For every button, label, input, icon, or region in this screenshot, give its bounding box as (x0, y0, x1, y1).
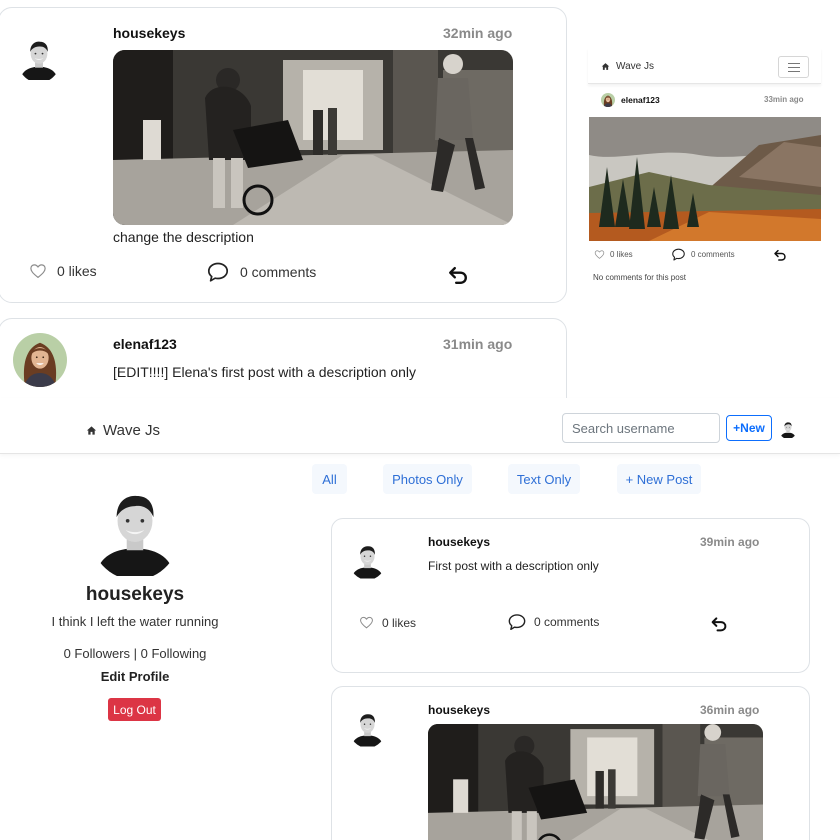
navbar: Wave Js +New (0, 398, 840, 454)
likes-count: 0 likes (610, 250, 633, 259)
post-card: housekeys 39min ago First post with a de… (331, 518, 810, 673)
logout-button[interactable]: Log Out (108, 698, 161, 721)
like-button[interactable]: 0 likes (359, 615, 416, 630)
tab-new-post[interactable]: + New Post (617, 464, 701, 494)
post-timestamp: 31min ago (443, 336, 513, 352)
post-description: [EDIT!!!!] Elena's first post with a des… (113, 364, 417, 380)
tab-all[interactable]: All (312, 464, 347, 494)
profile-username: housekeys (85, 584, 185, 605)
comment-icon (207, 262, 229, 282)
share-button[interactable] (710, 615, 728, 633)
home-icon (601, 63, 610, 70)
share-icon (449, 266, 467, 284)
brand-name: Wave Js (103, 422, 160, 439)
like-button[interactable]: 0 likes (29, 262, 97, 280)
comments-button[interactable]: 0 comments (507, 612, 599, 632)
share-button[interactable] (773, 248, 787, 262)
follow-counts[interactable]: 0 Followers | 0 Following (0, 646, 270, 661)
home-icon (86, 426, 97, 435)
heart-icon (360, 616, 373, 629)
comment-icon (508, 614, 526, 631)
brand[interactable]: Wave Js (86, 422, 160, 439)
post-username[interactable]: housekeys (428, 703, 490, 717)
avatar[interactable] (601, 93, 615, 107)
comments-button[interactable]: 0 comments (206, 260, 316, 284)
search-input[interactable] (562, 413, 720, 443)
comments-button[interactable]: 0 comments (671, 247, 735, 262)
post-timestamp: 33min ago (764, 95, 804, 104)
avatar[interactable] (349, 540, 386, 580)
post-username[interactable]: elenaf123 (621, 95, 660, 105)
avatar[interactable] (13, 333, 67, 387)
hamburger-menu-icon[interactable] (778, 56, 809, 78)
heart-icon (594, 250, 605, 259)
post-timestamp: 32min ago (443, 25, 513, 41)
tab-photos-only[interactable]: Photos Only (383, 464, 472, 494)
comments-count: 0 comments (691, 250, 735, 259)
profile-bio: I think I left the water running (51, 614, 219, 629)
mobile-preview: Wave Js elenaf123 33min ago 0 likes 0 co… (588, 48, 821, 298)
tab-text-only[interactable]: Text Only (508, 464, 580, 494)
share-button[interactable] (447, 264, 469, 286)
new-post-button[interactable]: +New (726, 415, 772, 441)
post-username[interactable]: elenaf123 (113, 336, 177, 352)
post-image[interactable] (113, 50, 513, 225)
comment-icon (672, 248, 685, 261)
avatar[interactable] (349, 708, 386, 748)
post-description: First post with a description only (428, 559, 599, 573)
post-username[interactable]: housekeys (113, 25, 185, 41)
post-timestamp: 39min ago (700, 535, 760, 549)
profile-avatar (89, 480, 181, 580)
no-comments-text: No comments for this post (593, 273, 686, 282)
like-button[interactable]: 0 likes (594, 249, 633, 260)
share-icon (711, 617, 727, 632)
post-image[interactable] (589, 117, 821, 241)
nav-avatar[interactable] (779, 419, 797, 439)
post-card: housekeys 32min ago change the descripti… (0, 7, 567, 303)
avatar[interactable] (17, 33, 61, 83)
likes-count: 0 likes (57, 263, 97, 279)
post-timestamp: 36min ago (700, 703, 760, 717)
post-image[interactable] (428, 724, 763, 840)
comments-count: 0 comments (240, 264, 317, 280)
edit-profile-link[interactable]: Edit Profile (0, 669, 270, 684)
likes-count: 0 likes (382, 615, 417, 630)
mobile-navbar: Wave Js (588, 48, 821, 84)
heart-icon (30, 264, 46, 278)
post-username[interactable]: housekeys (428, 535, 490, 549)
post-description: change the description (113, 229, 254, 245)
share-icon (774, 249, 786, 261)
mobile-brand[interactable]: Wave Js (601, 61, 654, 72)
comments-count: 0 comments (534, 615, 600, 629)
post-card: housekeys 36min ago (331, 686, 810, 840)
mobile-brand-name: Wave Js (616, 61, 654, 72)
